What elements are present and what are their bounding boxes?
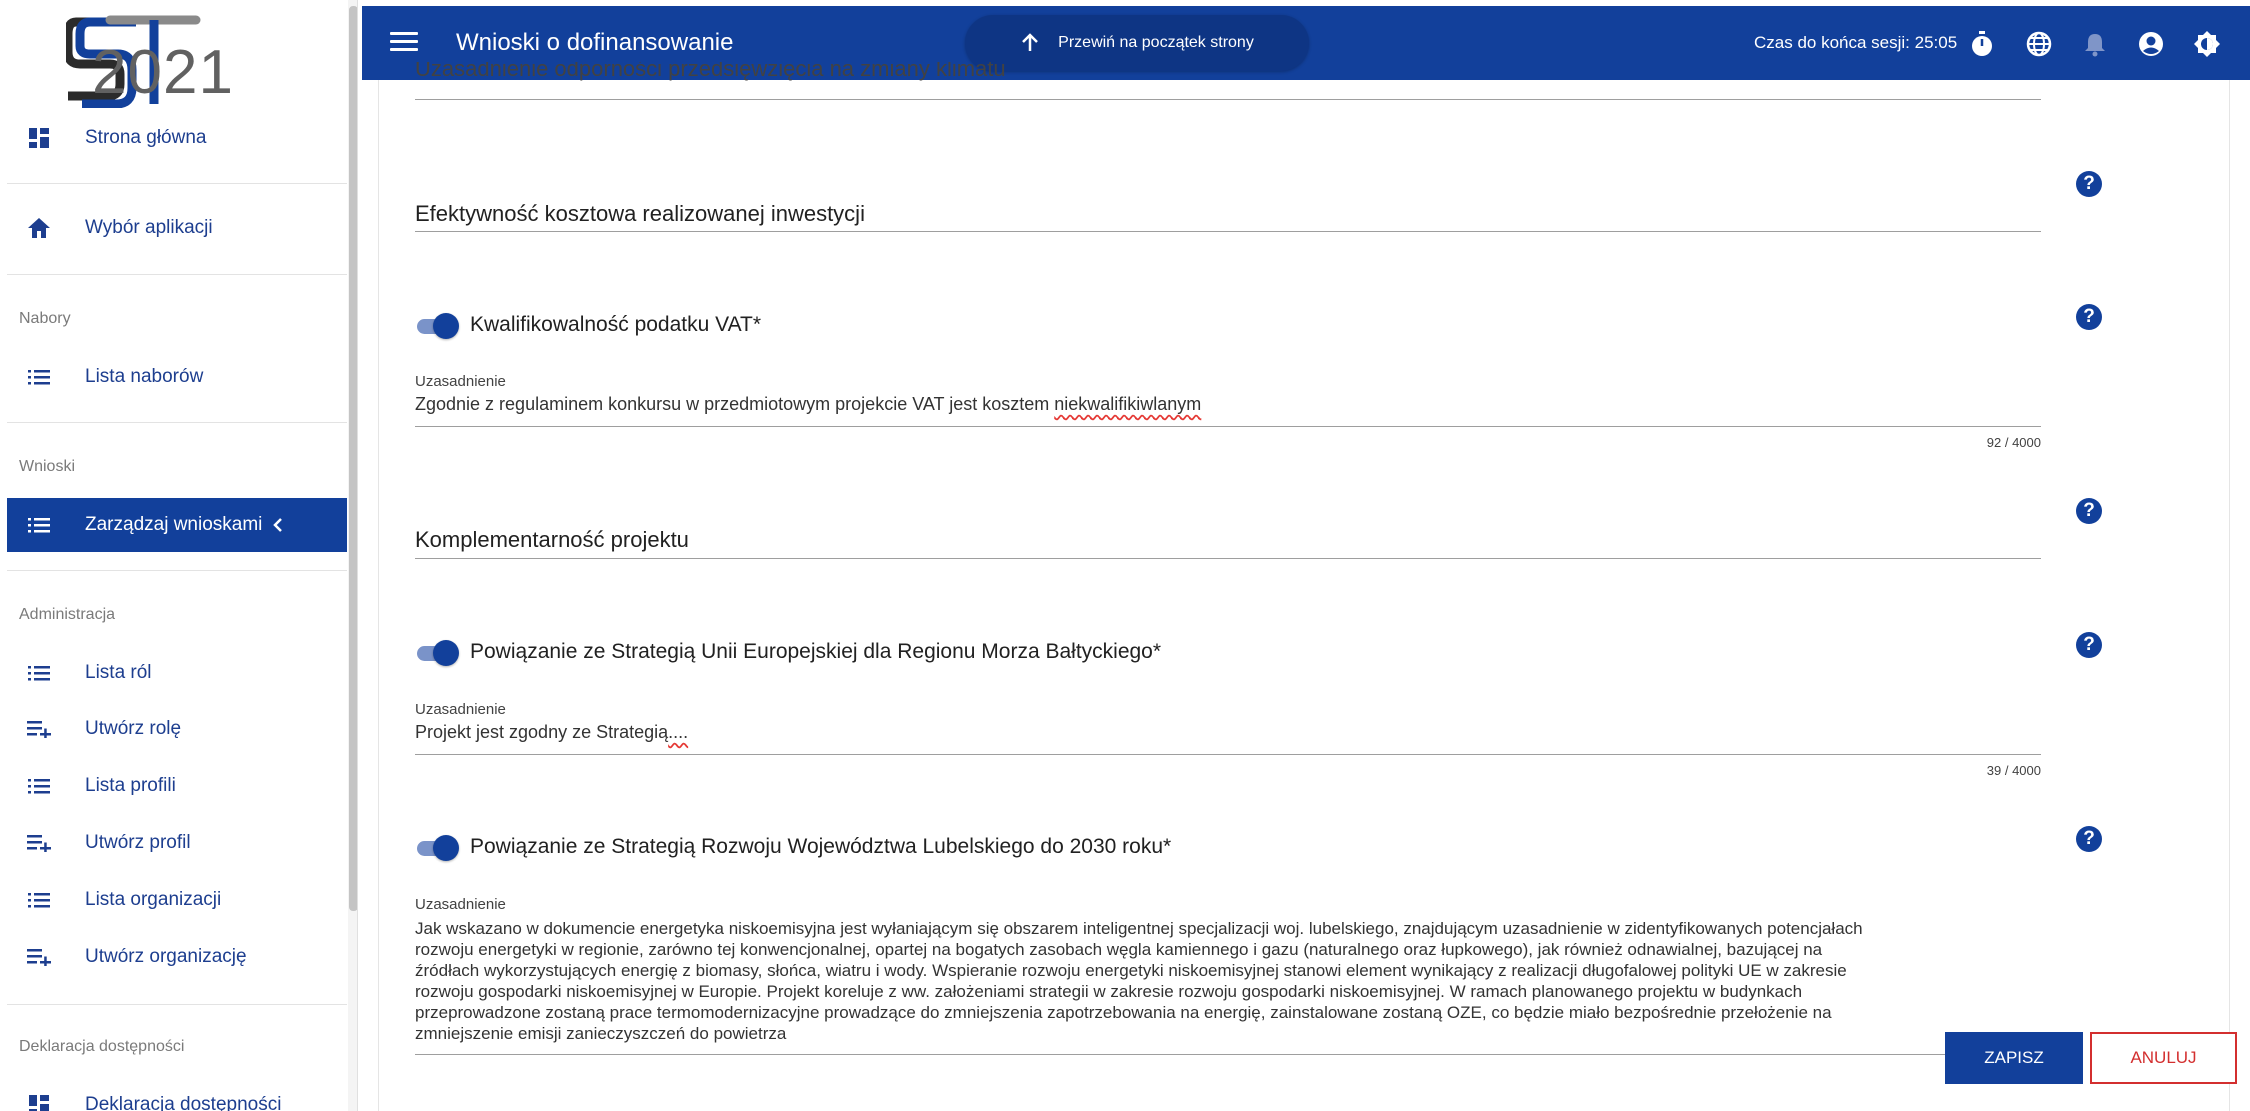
- divider: [7, 570, 347, 571]
- session-timer-text: Czas do końca sesji: 25:05: [1754, 33, 1958, 52]
- scroll-to-top-button[interactable]: Przewiń na początek strony: [965, 15, 1309, 71]
- text-line: przeprowadzone zostaną prace termomodern…: [415, 1003, 1832, 1022]
- section-label-administracja: Administracja: [19, 606, 116, 623]
- sidebar-item-organizations-list[interactable]: Lista organizacji: [7, 873, 347, 927]
- list-icon: [27, 365, 51, 389]
- sidebar-scrollbar-thumb[interactable]: [349, 6, 357, 911]
- sidebar-item-label: Wybór aplikacji: [85, 217, 213, 238]
- arrow-up-icon: [1020, 33, 1040, 53]
- divider: [7, 422, 347, 423]
- section-label-deklaracja: Deklaracja dostępności: [19, 1038, 185, 1055]
- divider: [7, 274, 347, 275]
- baltic-strategy-toggle-label: Powiązanie ze Strategią Unii Europejskie…: [470, 640, 1162, 663]
- sidebar-item-create-role[interactable]: Utwórz rolę: [7, 702, 347, 756]
- sidebar-item-home-page[interactable]: Strona główna: [7, 111, 347, 165]
- sidebar-item-calls-list[interactable]: Lista naborów: [7, 350, 347, 404]
- sidebar-item-label: Lista naborów: [85, 366, 204, 387]
- field-underline: [415, 426, 2041, 427]
- sidebar-item-label: Utwórz rolę: [85, 718, 182, 739]
- field-underline: [415, 754, 2041, 755]
- playlist-add-icon: [27, 831, 51, 855]
- sidebar-item-accessibility-statement[interactable]: Deklaracja dostępności: [7, 1078, 347, 1111]
- vat-justification-text: Zgodnie z regulaminem konkursu w przedmi…: [415, 394, 1055, 414]
- help-icon[interactable]: ?: [2076, 632, 2102, 658]
- list-icon: [27, 513, 51, 537]
- field-underline: [415, 99, 2041, 100]
- vat-toggle[interactable]: [417, 313, 459, 339]
- baltic-strategy-toggle[interactable]: [417, 640, 459, 666]
- sidebar-item-profiles-list[interactable]: Lista profili: [7, 759, 347, 813]
- divider: [7, 183, 347, 184]
- dashboard-icon: [27, 1093, 51, 1111]
- sidebar-item-label: Zarządzaj wnioskami: [85, 514, 263, 535]
- sidebar-item-label: Deklaracja dostępności: [85, 1094, 282, 1111]
- baltic-justification-input[interactable]: Projekt jest zgodny ze Strategią....: [415, 722, 688, 743]
- sidebar-item-label: Utwórz organizację: [85, 946, 247, 967]
- logo-year: 2021: [92, 38, 234, 107]
- save-button[interactable]: ZAPISZ: [1945, 1032, 2083, 1084]
- help-icon[interactable]: ?: [2076, 304, 2102, 330]
- globe-icon[interactable]: [2025, 30, 2053, 58]
- lublin-strategy-toggle-label: Powiązanie ze Strategią Rozwoju Wojewódz…: [470, 835, 1172, 858]
- help-icon[interactable]: ?: [2076, 171, 2102, 197]
- text-line: rozwoju energetyki w regionie, zarówno t…: [415, 940, 1823, 959]
- sidebar-item-label: Lista organizacji: [85, 889, 222, 910]
- bell-icon[interactable]: [2081, 30, 2109, 58]
- hamburger-menu-icon[interactable]: [390, 32, 418, 54]
- text-line: rozwoju gospodarki niskoemisyjnej w Euro…: [415, 982, 1803, 1001]
- vat-justification-input[interactable]: Zgodnie z regulaminem konkursu w przedmi…: [415, 394, 1201, 415]
- baltic-justification-text: Projekt jest zgodny ze Strategią: [415, 722, 669, 742]
- field-underline: [415, 558, 2041, 559]
- cancel-button[interactable]: ANULUJ: [2090, 1032, 2237, 1084]
- vat-toggle-label: Kwalifikowalność podatku VAT*: [470, 313, 762, 336]
- playlist-add-icon: [27, 945, 51, 969]
- sidebar-item-create-organization[interactable]: Utwórz organizację: [7, 930, 347, 984]
- playlist-add-icon: [27, 717, 51, 741]
- sidebar-item-label: Lista ról: [85, 662, 152, 683]
- section-label-wnioski: Wnioski: [19, 458, 76, 475]
- sidebar-item-manage-applications[interactable]: Zarządzaj wnioskami: [7, 498, 347, 552]
- app-title: Wnioski o dofinansowanie: [456, 29, 734, 56]
- list-icon: [27, 774, 51, 798]
- help-icon[interactable]: ?: [2076, 826, 2102, 852]
- text-line: źródłach wykorzystujących energię z biom…: [415, 961, 1847, 980]
- sidebar-item-label: Lista profili: [85, 775, 176, 796]
- list-icon: [27, 661, 51, 685]
- sidebar-item-label: Utwórz profil: [85, 832, 191, 853]
- misspelled-word: ....: [668, 722, 689, 742]
- section-label-nabory: Nabory: [19, 310, 71, 327]
- field-underline: [415, 1054, 2041, 1055]
- help-icon[interactable]: ?: [2076, 498, 2102, 524]
- cost-efficiency-title: Efektywność kosztowa realizowanej inwest…: [415, 201, 865, 226]
- sidebar-item-roles-list[interactable]: Lista ról: [7, 646, 347, 700]
- sidebar-item-create-profile[interactable]: Utwórz profil: [7, 816, 347, 870]
- vat-char-counter: 92 / 4000: [1986, 435, 2041, 450]
- chevron-left-icon: [272, 517, 284, 533]
- baltic-justification-label: Uzasadnienie: [415, 701, 506, 718]
- account-icon[interactable]: [2137, 30, 2165, 58]
- divider: [7, 1004, 347, 1005]
- timer-icon[interactable]: [1968, 30, 1996, 58]
- sidebar-item-app-selection[interactable]: Wybór aplikacji: [7, 201, 347, 255]
- home-icon: [27, 216, 51, 240]
- text-line: zmniejszenie emisji zanieczyszczeń do po…: [415, 1024, 787, 1043]
- climate-resilience-title: Uzasadnienie odporności przedsięwzięcia …: [415, 62, 1006, 81]
- field-underline: [415, 231, 2041, 232]
- dashboard-icon: [27, 126, 51, 150]
- sidebar-item-label: Strona główna: [85, 127, 207, 148]
- scroll-to-top-label: Przewiń na początek strony: [1058, 34, 1254, 51]
- vat-justification-label: Uzasadnienie: [415, 373, 506, 390]
- complementarity-title: Komplementarność projektu: [415, 527, 689, 552]
- contrast-icon[interactable]: [2193, 30, 2221, 58]
- lublin-justification-label: Uzasadnienie: [415, 896, 506, 913]
- text-line: Jak wskazano w dokumencie energetyka nis…: [415, 919, 1863, 938]
- lublin-justification-input[interactable]: Jak wskazano w dokumencie energetyka nis…: [415, 918, 2041, 1044]
- sidebar: 2021 Strona główna Wybór aplikacji Nabor…: [0, 0, 358, 1111]
- misspelled-word: niekwalifikiwlanym: [1054, 394, 1202, 414]
- lublin-strategy-toggle[interactable]: [417, 835, 459, 861]
- list-icon: [27, 888, 51, 912]
- baltic-char-counter: 39 / 4000: [1986, 763, 2041, 778]
